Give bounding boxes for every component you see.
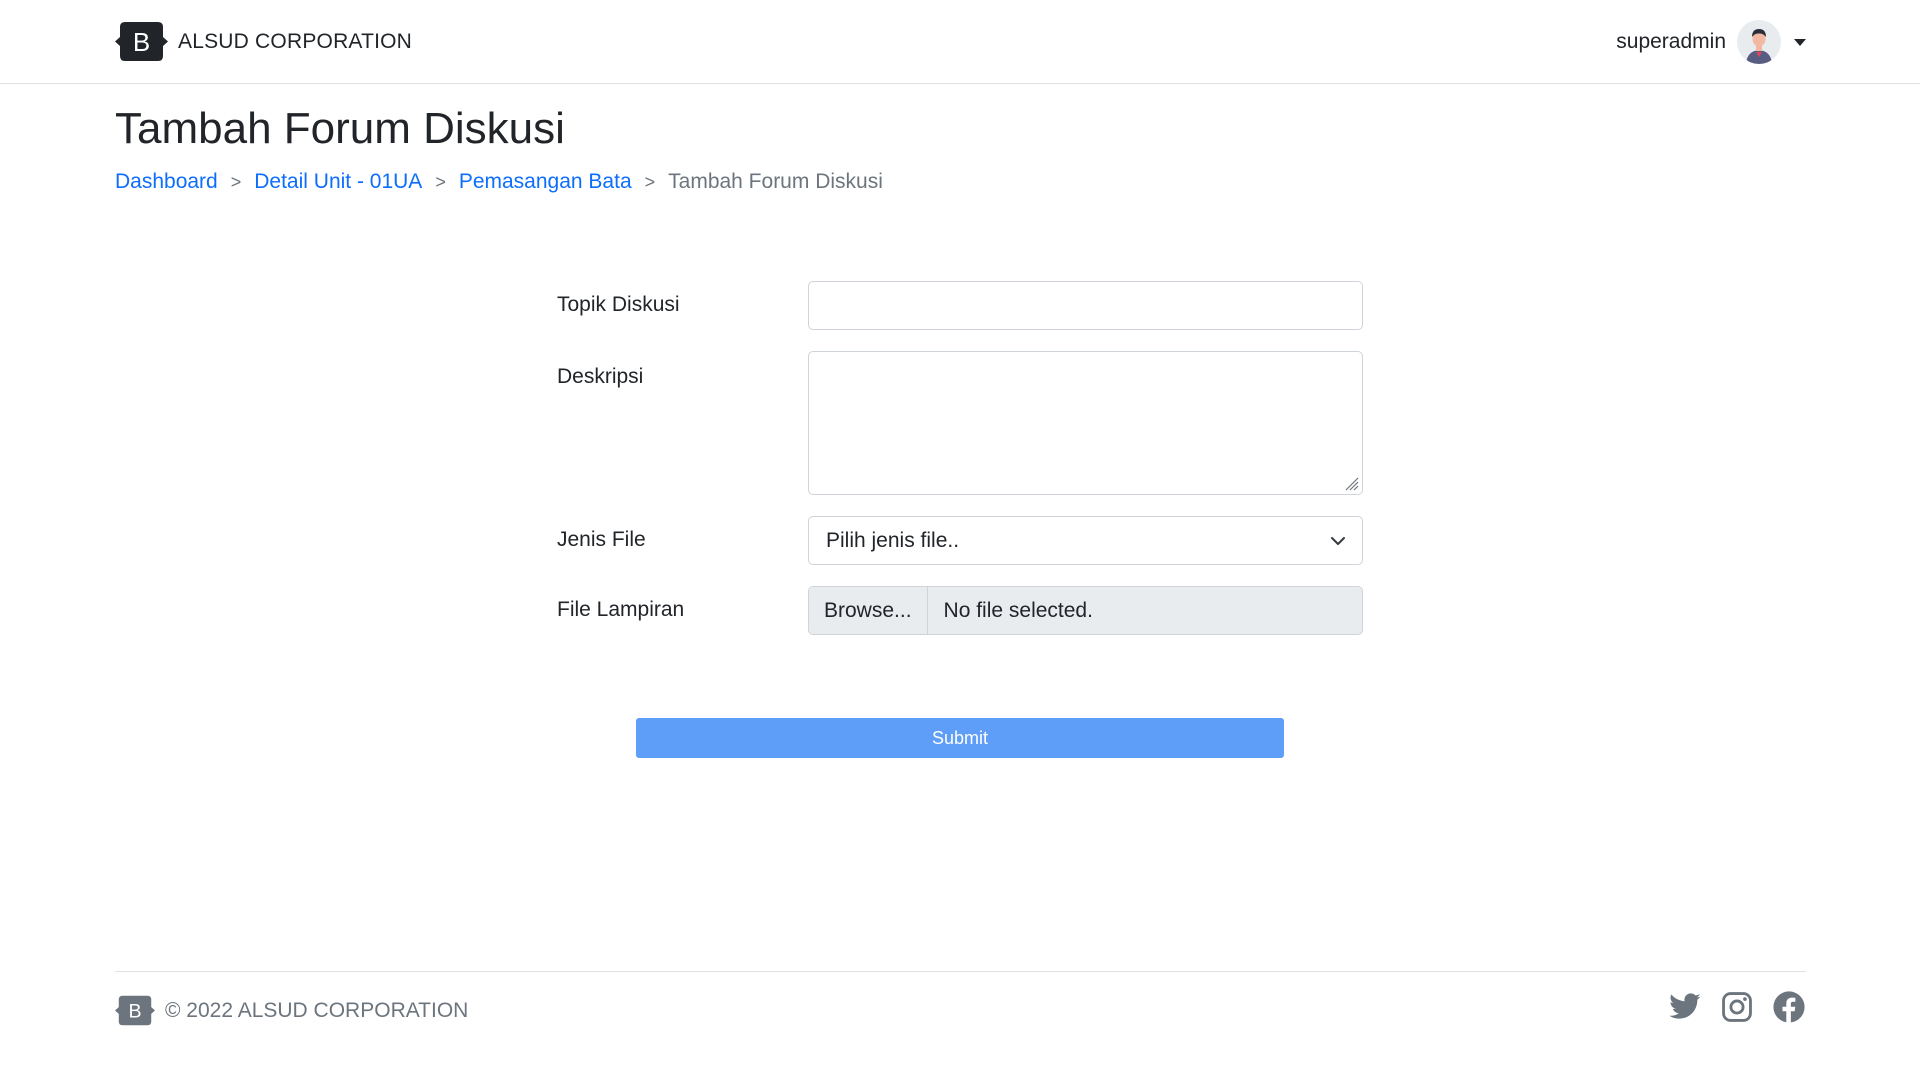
- user-menu-toggle[interactable]: superadmin: [1616, 20, 1806, 64]
- browse-button[interactable]: Browse...: [809, 587, 928, 634]
- topic-label: Topik Diskusi: [557, 293, 680, 316]
- footer-divider: [115, 971, 1806, 972]
- attachment-file-input[interactable]: Browse... No file selected.: [808, 586, 1363, 635]
- bootstrap-logo-icon: B: [115, 22, 168, 61]
- breadcrumb-link-pemasangan-bata[interactable]: Pemasangan Bata: [459, 170, 632, 194]
- breadcrumb-separator: >: [435, 171, 446, 192]
- breadcrumb: Dashboard > Detail Unit - 01UA > Pemasan…: [115, 170, 883, 194]
- breadcrumb-link-detail-unit[interactable]: Detail Unit - 01UA: [254, 170, 422, 194]
- page-title: Tambah Forum Diskusi: [115, 104, 565, 153]
- facebook-icon[interactable]: [1772, 990, 1806, 1024]
- twitter-icon[interactable]: [1668, 990, 1702, 1024]
- brand-link[interactable]: B ALSUD CORPORATION: [115, 20, 412, 63]
- breadcrumb-separator: >: [644, 171, 656, 192]
- top-navbar: B ALSUD CORPORATION superadmin: [0, 0, 1920, 84]
- file-type-selected-value: Pilih jenis file..: [826, 528, 960, 552]
- footer-brand: B © 2022 ALSUD CORPORATION: [115, 994, 468, 1027]
- chevron-down-icon: [1331, 537, 1345, 545]
- attachment-label: File Lampiran: [557, 598, 685, 621]
- file-status-text: No file selected.: [943, 598, 1093, 622]
- footer-copyright: © 2022 ALSUD CORPORATION: [165, 998, 469, 1022]
- topic-input[interactable]: [808, 281, 1363, 330]
- submit-button[interactable]: Submit: [636, 718, 1284, 758]
- resize-handle-icon[interactable]: [1343, 475, 1359, 491]
- username: superadmin: [1616, 30, 1726, 53]
- bootstrap-logo-icon[interactable]: B: [115, 994, 155, 1027]
- social-links: [1650, 990, 1806, 1024]
- breadcrumb-link-dashboard[interactable]: Dashboard: [115, 170, 218, 194]
- description-label: Deskripsi: [557, 365, 644, 388]
- breadcrumb-current: Tambah Forum Diskusi: [668, 170, 883, 193]
- brand-name: ALSUD CORPORATION: [178, 29, 413, 53]
- user-avatar[interactable]: [1737, 20, 1781, 64]
- description-textarea[interactable]: [808, 351, 1363, 495]
- breadcrumb-separator: >: [230, 171, 242, 192]
- footer-logo-letter: B: [128, 1001, 141, 1023]
- user-avatar-icon: [1737, 20, 1781, 64]
- file-type-select[interactable]: Pilih jenis file..: [808, 516, 1363, 565]
- chevron-down-icon[interactable]: [1794, 38, 1806, 46]
- instagram-icon[interactable]: [1720, 990, 1754, 1024]
- file-type-label: Jenis File: [557, 528, 646, 551]
- brand-logo-letter: B: [133, 27, 150, 57]
